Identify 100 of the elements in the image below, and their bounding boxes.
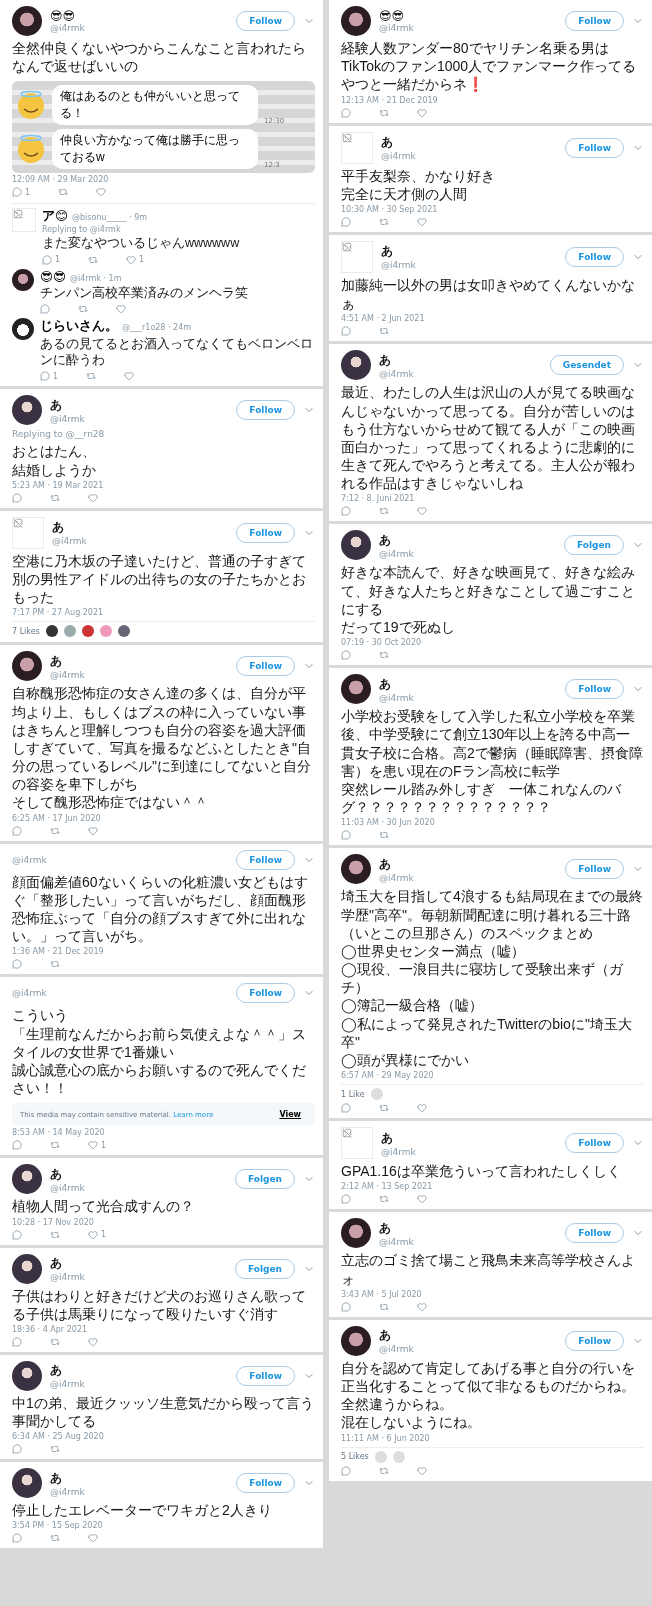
follow-button[interactable]: Folgen	[235, 1258, 295, 1279]
reply-button[interactable]	[12, 492, 22, 503]
follow-button[interactable]: Follow	[236, 849, 295, 870]
view-button[interactable]: View	[273, 1109, 307, 1121]
retweet-button[interactable]	[50, 1444, 60, 1455]
retweet-button[interactable]	[379, 326, 389, 337]
likes-count: 1 Like	[341, 1089, 365, 1099]
reply-button[interactable]	[40, 303, 50, 314]
reply-button[interactable]	[12, 959, 22, 970]
like-button[interactable]	[88, 825, 98, 836]
like-button[interactable]	[88, 1533, 98, 1544]
retweet-button[interactable]	[379, 1301, 389, 1312]
follow-button[interactable]: Follow	[236, 1365, 295, 1386]
liker-avatar[interactable]	[45, 625, 58, 638]
follow-button[interactable]: Follow	[565, 1330, 624, 1351]
reply-button[interactable]: 1	[40, 371, 59, 382]
follow-button[interactable]: Follow	[236, 400, 295, 421]
reply-button[interactable]	[341, 107, 351, 118]
retweet-button[interactable]	[58, 187, 69, 198]
like-button[interactable]	[417, 506, 427, 517]
reply-button[interactable]	[341, 216, 351, 227]
user-handle: @i4rmk	[379, 23, 415, 33]
follow-button[interactable]: Follow	[236, 983, 295, 1004]
retweet-button[interactable]	[379, 650, 389, 661]
user-handle: @i4rmk	[379, 692, 415, 703]
reply-button[interactable]	[341, 1194, 351, 1205]
like-button[interactable]	[417, 1103, 427, 1114]
retweet-button[interactable]	[379, 830, 389, 841]
retweet-button[interactable]	[50, 825, 60, 836]
like-button[interactable]: 1	[126, 254, 145, 265]
reply-text: あるの見てるとお酒入ってなくてもベロンベロンに酔うわ	[40, 335, 314, 369]
reply-button[interactable]	[12, 1444, 22, 1455]
follow-button[interactable]: Follow	[565, 679, 624, 700]
retweet-button[interactable]	[50, 1229, 60, 1240]
like-button[interactable]	[417, 1301, 427, 1312]
retweet-button[interactable]	[379, 506, 389, 517]
reply-button[interactable]	[341, 1103, 351, 1114]
follow-button[interactable]: Follow	[236, 522, 295, 543]
follow-button[interactable]: Follow	[236, 1473, 295, 1494]
timestamp: 4:51 AM · 2 Jun 2021	[341, 314, 426, 324]
follow-button[interactable]: Follow	[565, 859, 624, 880]
like-button[interactable]: 1	[88, 1140, 107, 1151]
retweet-button[interactable]	[88, 254, 99, 265]
reply-button[interactable]	[12, 1140, 22, 1151]
reply-button[interactable]	[12, 1336, 22, 1347]
follow-button[interactable]: Follow	[565, 246, 624, 267]
follow-button[interactable]: Follow	[565, 1223, 624, 1244]
retweet-button[interactable]	[379, 107, 389, 118]
user-handle: @i4rmk	[50, 1272, 86, 1282]
follow-button[interactable]: Follow	[565, 11, 624, 31]
retweet-button[interactable]	[50, 1533, 60, 1544]
like-button[interactable]	[88, 1336, 98, 1347]
reply-button[interactable]	[341, 1465, 351, 1476]
retweet-button[interactable]	[379, 216, 389, 227]
follow-button[interactable]: Gesendet	[549, 355, 624, 376]
reply-button[interactable]: 1	[42, 254, 61, 265]
retweet-button[interactable]	[379, 1465, 389, 1476]
user-name: あ	[379, 1219, 392, 1237]
retweet-button[interactable]	[50, 492, 60, 503]
reply-button[interactable]	[12, 1533, 22, 1544]
reply-button[interactable]	[341, 506, 351, 517]
user-handle: @i4rmk	[12, 854, 48, 865]
like-button[interactable]	[417, 1194, 427, 1205]
avatar	[341, 530, 371, 561]
tweet-text: 埼玉大を目指して4浪するも結局現在までの最終学歴"高卒"。毎朝新聞配達に明け暮れる三十路（いとこの旦那さん）のスペックまとめ	[341, 887, 644, 942]
like-button[interactable]	[417, 107, 427, 118]
reply-button[interactable]	[341, 830, 351, 841]
reply-button[interactable]	[341, 326, 351, 337]
like-button[interactable]	[116, 303, 126, 314]
timestamp: 07:19 · 30 Oct 2020	[341, 638, 423, 648]
like-button[interactable]	[417, 1465, 427, 1476]
follow-button[interactable]: Follow	[565, 137, 624, 158]
reply-button[interactable]	[12, 825, 22, 836]
retweet-button[interactable]	[86, 371, 97, 382]
follow-button[interactable]: Follow	[565, 1133, 624, 1154]
retweet-button[interactable]	[379, 1103, 389, 1114]
retweet-button[interactable]	[50, 1336, 60, 1347]
user-handle: @i4rmk	[50, 669, 86, 680]
follow-button[interactable]: Folgen	[564, 535, 624, 556]
retweet-button[interactable]	[50, 1140, 60, 1151]
retweet-button[interactable]	[379, 1194, 389, 1205]
timestamp: 11:11 AM · 6 Jun 2020	[341, 1433, 431, 1443]
reply-button[interactable]: 1	[12, 187, 31, 198]
like-button[interactable]	[88, 492, 98, 503]
like-button[interactable]: 1	[88, 1229, 107, 1240]
reply-button[interactable]	[341, 1301, 351, 1312]
tweet-text: 経験人数アンダー80でヤリチン名乗る男はTikTokのファン1000人でファンマーク作ってるやつと一緒だからネ❗	[341, 39, 638, 94]
user-name: 😎😎	[379, 9, 406, 23]
reply-button[interactable]	[341, 650, 351, 661]
like-button[interactable]	[417, 216, 427, 227]
follow-button[interactable]: Follow	[236, 11, 295, 31]
tweet-text: そして醜形恐怖症ではない＾＾	[12, 793, 209, 812]
liker-avatar[interactable]	[117, 625, 130, 638]
like-button[interactable]	[96, 187, 107, 198]
like-button[interactable]	[124, 371, 135, 382]
follow-button[interactable]: Follow	[236, 656, 295, 677]
follow-button[interactable]: Folgen	[235, 1169, 295, 1190]
retweet-button[interactable]	[50, 959, 60, 970]
reply-button[interactable]	[12, 1229, 22, 1240]
retweet-button[interactable]	[78, 303, 88, 314]
